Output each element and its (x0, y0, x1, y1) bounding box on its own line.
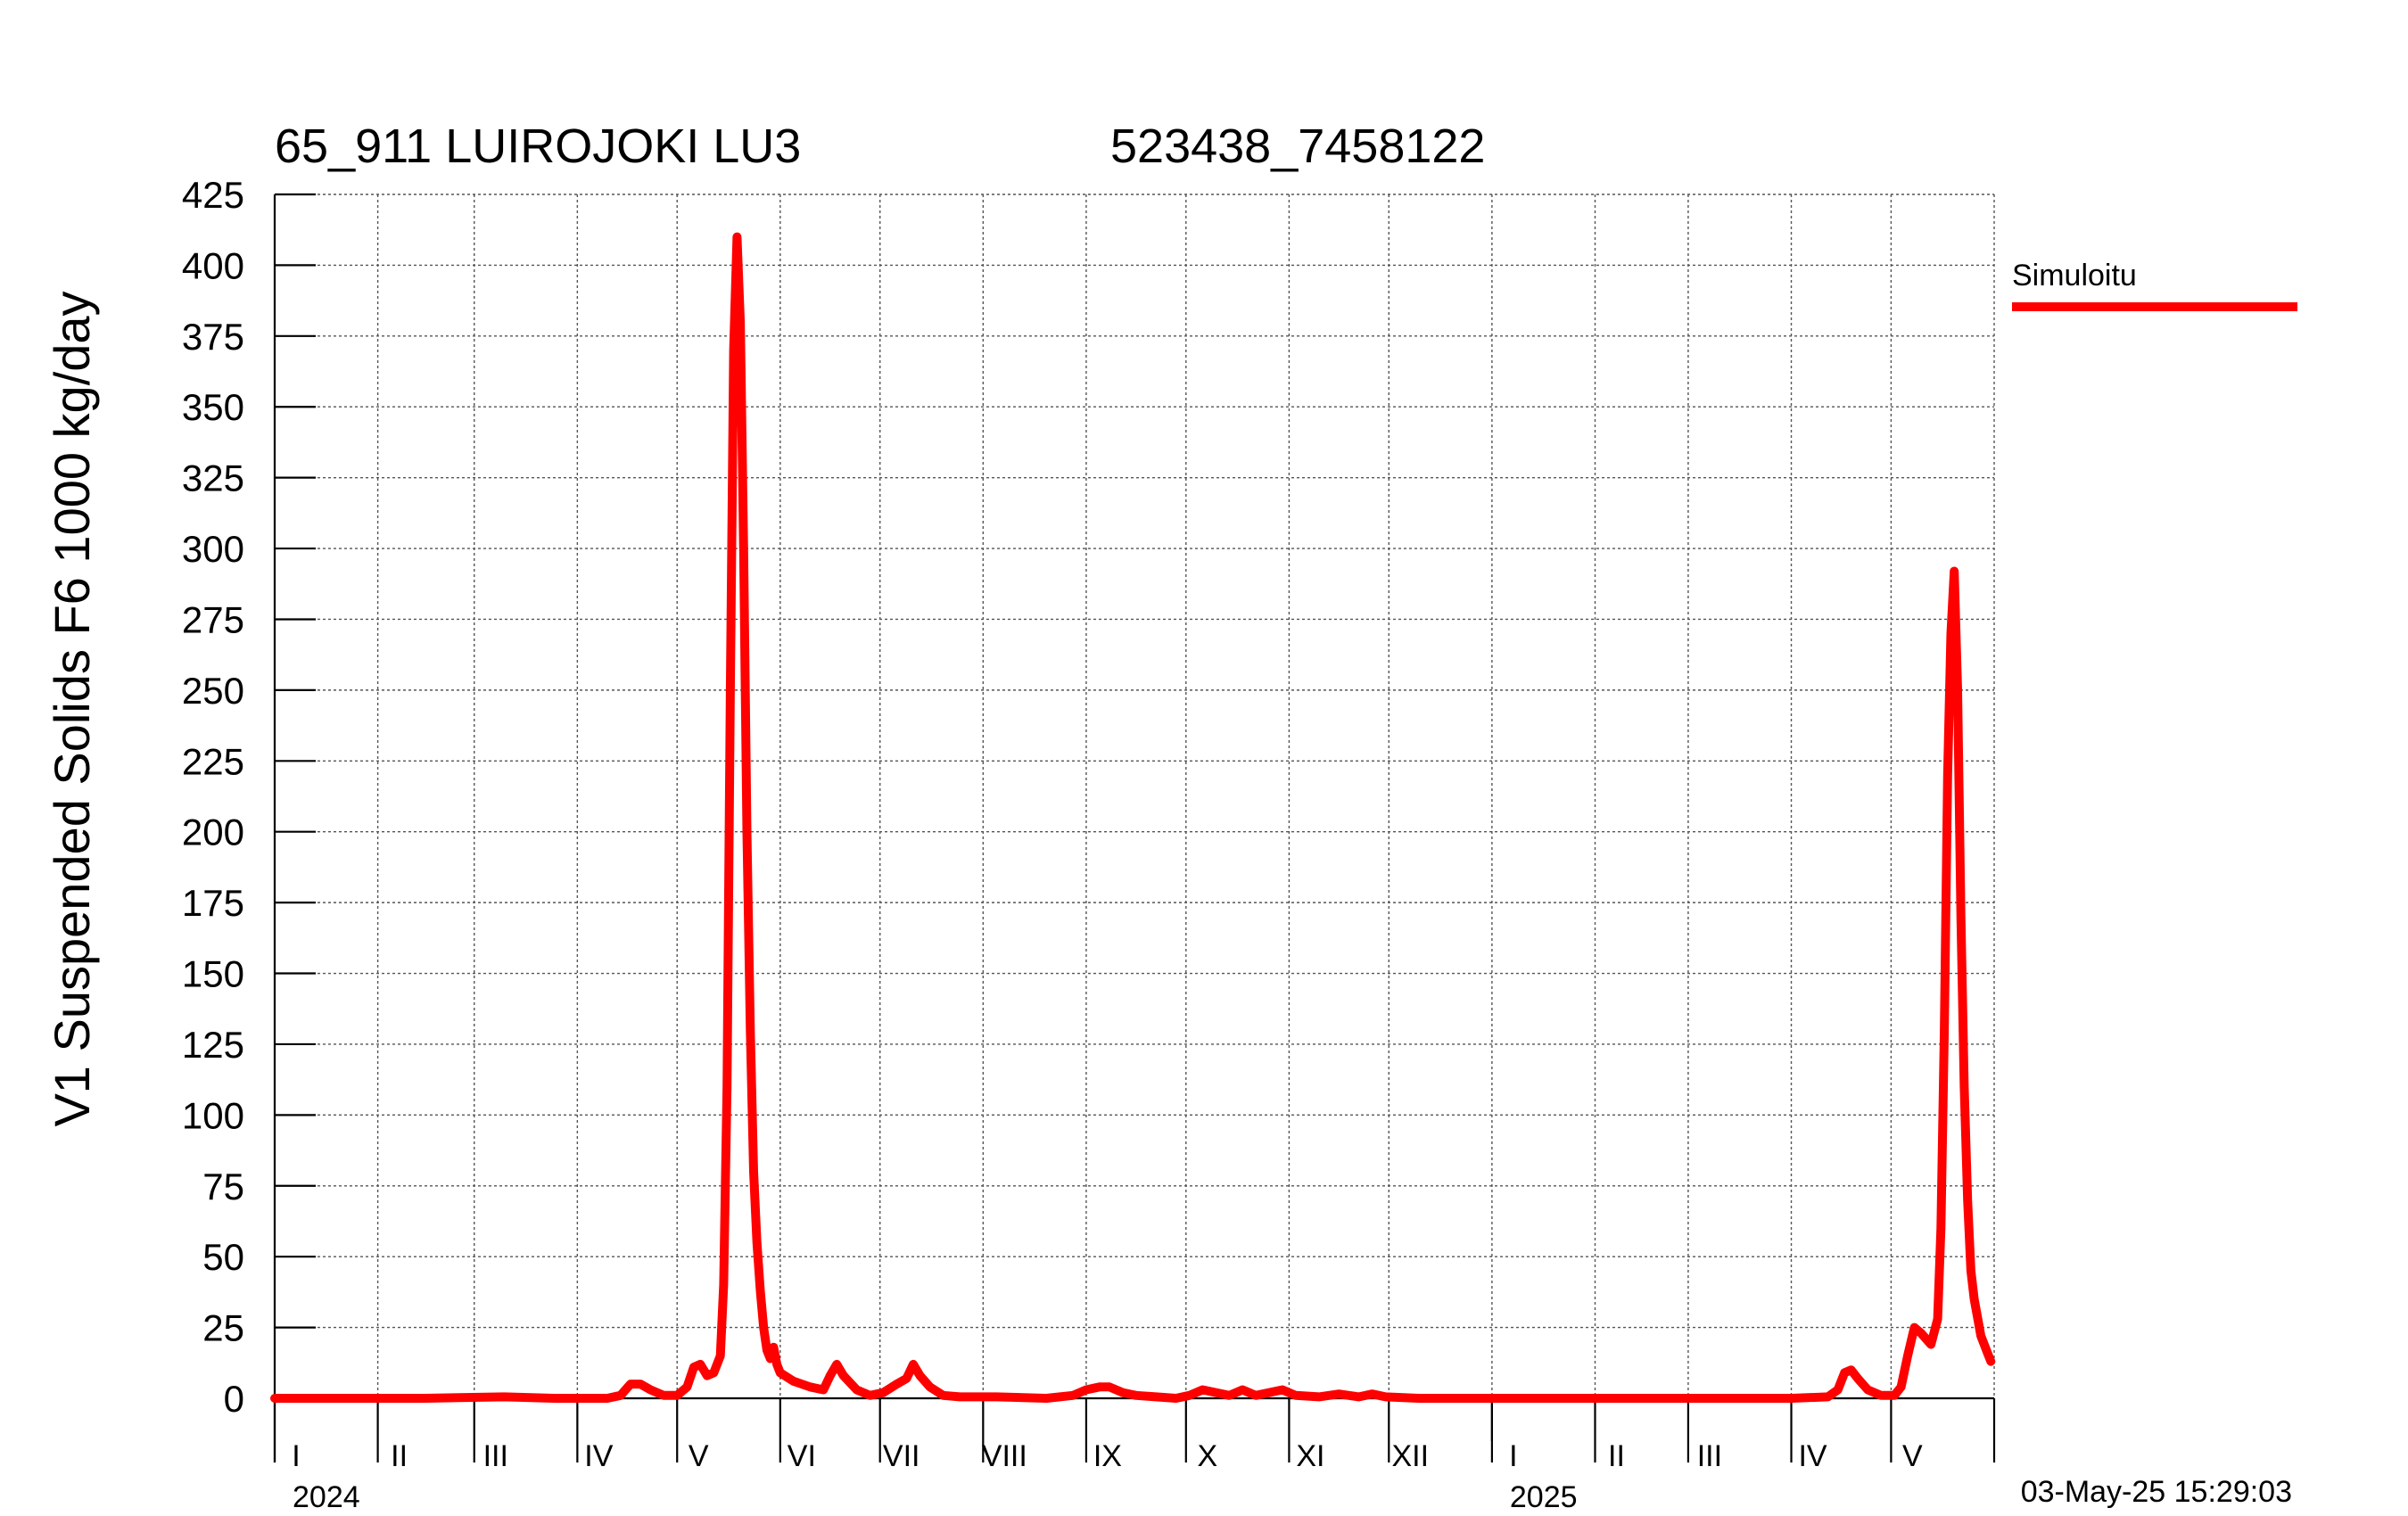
year-label: 2025 (1510, 1480, 1578, 1514)
year-label: 2024 (293, 1480, 360, 1514)
grid (275, 194, 1995, 1398)
x-tick-label: VIII (982, 1439, 1027, 1473)
x-tick-label: III (483, 1439, 508, 1473)
y-tick-label: 425 (182, 174, 244, 216)
y-tick-label: 200 (182, 812, 244, 853)
y-tick-label: 75 (202, 1166, 244, 1207)
y-tick-label: 225 (182, 740, 244, 782)
x-tick-label: X (1197, 1439, 1217, 1473)
y-tick-label: 250 (182, 670, 244, 712)
axes (273, 193, 1996, 1462)
chart-title-left: 65_911 LUIROJOKI LU3 (275, 119, 801, 173)
legend-label: Simuloitu (2012, 259, 2137, 292)
y-tick-label: 325 (182, 457, 244, 499)
x-tick-label: III (1697, 1439, 1722, 1473)
timestamp: 03-May-25 15:29:03 (2021, 1475, 2292, 1509)
series-line (270, 232, 1996, 1403)
chart-title-right: 523438_7458122 (1110, 119, 1485, 173)
x-tick-label: IV (1798, 1439, 1827, 1473)
y-tick-label: 100 (182, 1094, 244, 1136)
y-tick-label: 150 (182, 953, 244, 995)
y-tick-labels: 0 25 50 75 100 125 150 175 200 225 250 275 300 325 350… (182, 174, 244, 1420)
y-tick-label: 350 (182, 386, 244, 428)
y-tick-label: 400 (182, 244, 244, 286)
x-tick-label: II (1608, 1439, 1625, 1473)
legend: Simuloitu (2012, 259, 2297, 311)
series-layer (270, 232, 1996, 1403)
x-tick-label: IX (1093, 1439, 1122, 1473)
y-tick-label: 375 (182, 316, 244, 358)
x-tick-label: I (1509, 1439, 1517, 1473)
x-tick-label: IV (584, 1439, 613, 1473)
y-tick-label: 300 (182, 528, 244, 570)
y-tick-label: 125 (182, 1024, 244, 1066)
y-tick-label: 175 (182, 882, 244, 924)
x-tick-label: VI (788, 1439, 816, 1473)
x-tick-label: XII (1391, 1439, 1429, 1473)
x-tick-label: I (292, 1439, 300, 1473)
x-tick-label: V (1902, 1439, 1923, 1473)
x-tick-label: XI (1296, 1439, 1324, 1473)
x-tick-label: II (391, 1439, 408, 1473)
y-tick-label: 25 (202, 1307, 244, 1349)
y-tick-label: 0 (224, 1378, 244, 1420)
y-tick-label: 275 (182, 598, 244, 640)
x-tick-label: V (689, 1439, 709, 1473)
x-tick-label: VII (883, 1439, 920, 1473)
chart-svg: 65_911 LUIROJOKI LU3 523438_7458122 V1 S… (44, 119, 2297, 1514)
y-axis-label: V1 Suspended Solids F6 1000 kg/day (44, 291, 100, 1126)
y-tick-label: 50 (202, 1236, 244, 1278)
x-tick-labels: I II III IV V VI VII VIII IX X XI XII I II III IV V2024 2… (292, 1439, 1923, 1514)
